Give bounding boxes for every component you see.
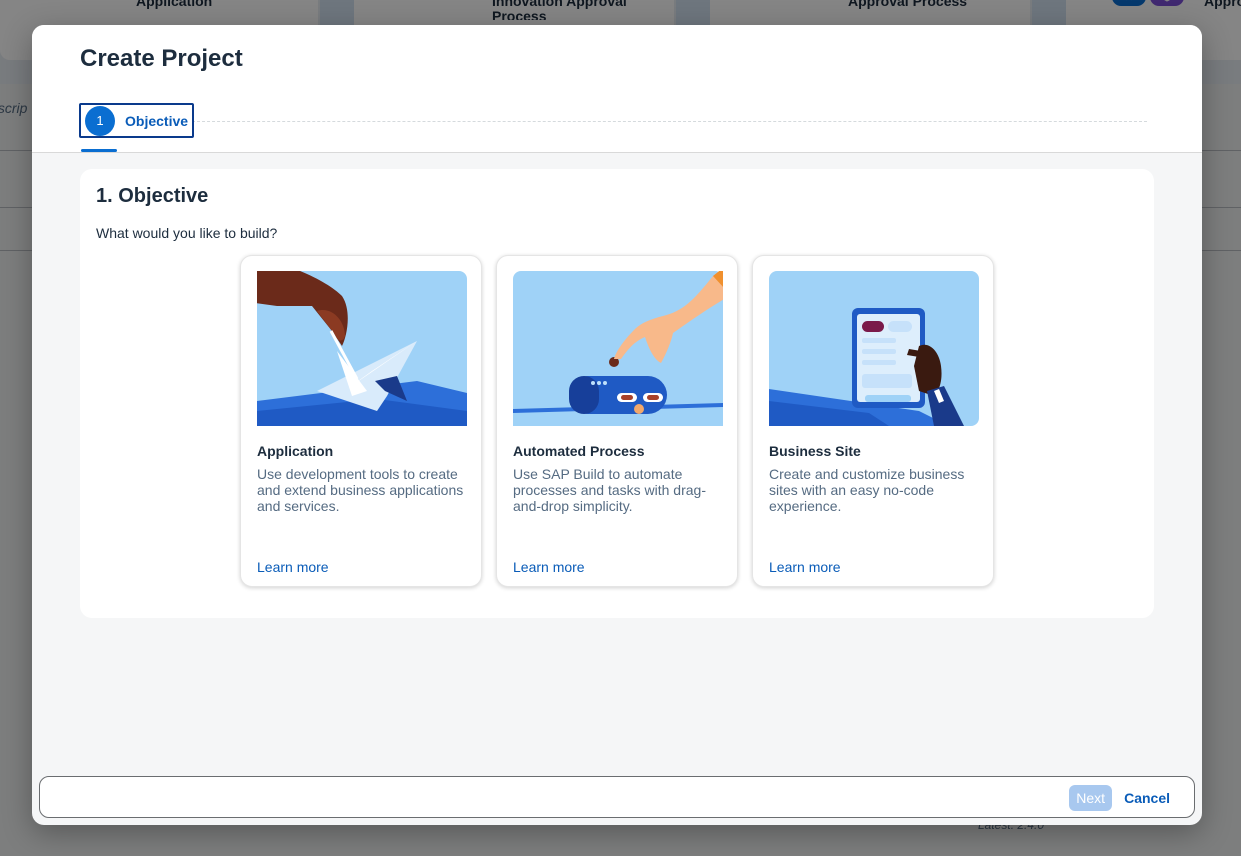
card-description: Use SAP Build to automate processes and … xyxy=(513,466,706,514)
business-site-card[interactable]: Business Site Create and customize busin… xyxy=(752,255,994,587)
wizard-step-label: Objective xyxy=(125,112,189,129)
origami-crane-icon xyxy=(257,271,467,426)
create-project-dialog: Create Project 1 Objective 1. Objective … xyxy=(32,25,1202,825)
dialog-footer: Next Cancel xyxy=(39,776,1195,818)
application-card[interactable]: Application Use development tools to cre… xyxy=(240,255,482,587)
learn-more-link[interactable]: Learn more xyxy=(513,559,585,575)
card-description: Create and customize business sites with… xyxy=(769,466,965,514)
objective-section: 1. Objective What would you like to buil… xyxy=(80,169,1154,618)
tablet-hand-illustration xyxy=(769,271,979,426)
card-title: Business Site xyxy=(769,443,861,459)
wizard-step-connector xyxy=(192,121,1147,122)
card-description: Use development tools to create and exte… xyxy=(257,466,464,514)
robot-hand-illustration xyxy=(513,271,723,426)
dialog-title: Create Project xyxy=(80,45,243,72)
learn-more-link[interactable]: Learn more xyxy=(769,559,841,575)
automated-process-card[interactable]: Automated Process Use SAP Build to autom… xyxy=(496,255,738,587)
section-title: 1. Objective xyxy=(96,185,209,207)
wizard-step-objective[interactable]: 1 Objective xyxy=(79,103,195,138)
origami-crane-illustration xyxy=(257,271,467,426)
robot-hand-icon xyxy=(513,271,723,426)
next-button[interactable]: Next xyxy=(1069,785,1112,811)
wizard-step-active-indicator xyxy=(81,149,117,152)
learn-more-link[interactable]: Learn more xyxy=(257,559,329,575)
section-question: What would you like to build? xyxy=(96,225,278,241)
card-title: Automated Process xyxy=(513,443,645,459)
wizard-step-number: 1 xyxy=(85,105,115,136)
cancel-button[interactable]: Cancel xyxy=(1122,785,1172,811)
tablet-hand-icon xyxy=(769,308,964,426)
dialog-header: Create Project 1 Objective xyxy=(32,25,1202,153)
card-title: Application xyxy=(257,443,334,459)
